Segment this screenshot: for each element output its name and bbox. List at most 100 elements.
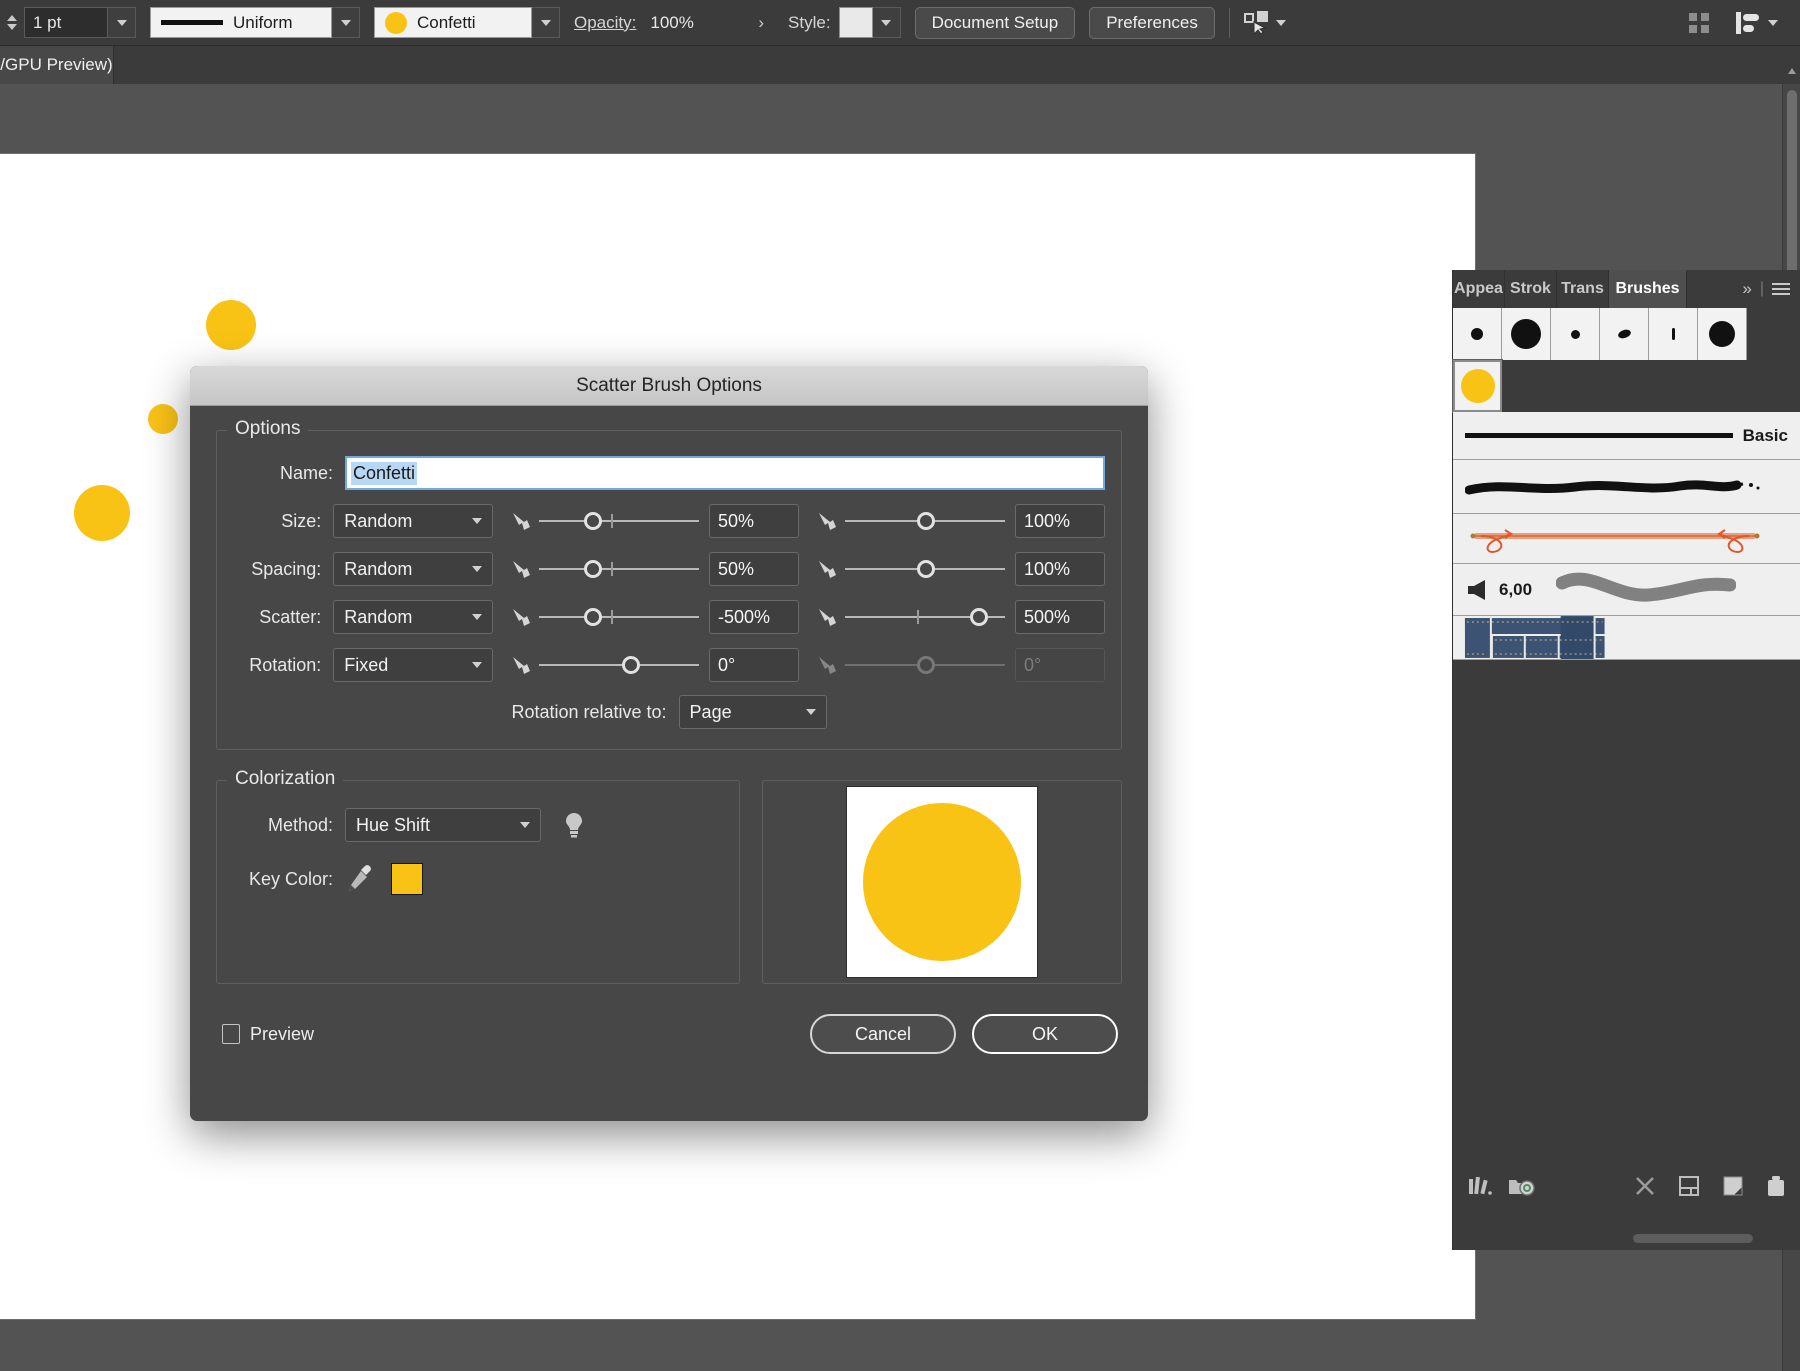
tab-brushes[interactable]: Brushes — [1609, 270, 1687, 308]
panel-tab-actions: » | — [1732, 270, 1800, 308]
ok-button[interactable]: OK — [972, 1014, 1118, 1054]
chevron-down-icon — [472, 566, 482, 572]
panel-menu-icon[interactable] — [1772, 283, 1790, 295]
slider-knob[interactable] — [917, 512, 935, 530]
confetti-dot — [206, 300, 256, 350]
tab-appearance[interactable]: Appea — [1453, 270, 1505, 308]
brush-list-item[interactable] — [1453, 460, 1800, 514]
rotation-max-slider: 0° — [817, 648, 1105, 682]
slider-track[interactable] — [845, 557, 1005, 581]
document-setup-button[interactable]: Document Setup — [914, 6, 1076, 39]
slider-knob[interactable] — [583, 560, 602, 578]
brushes-panel-footer — [1453, 1164, 1800, 1208]
scatter-mode-select[interactable]: Random — [333, 600, 493, 634]
options-group-title: Options — [227, 418, 309, 440]
chevron-down-icon[interactable] — [1275, 19, 1286, 26]
eyedropper-icon[interactable] — [345, 863, 375, 895]
brush-thumb[interactable] — [1551, 308, 1600, 360]
size-min-value[interactable]: 50% — [709, 504, 799, 538]
libraries-icon[interactable] — [1507, 1174, 1537, 1198]
arrange-documents-icon[interactable] — [1686, 10, 1712, 36]
stroke-profile-dropdown[interactable] — [332, 7, 360, 38]
brush-thumb[interactable] — [1453, 308, 1502, 360]
graphic-style-swatch[interactable] — [838, 7, 873, 38]
brush-thumb[interactable] — [1502, 308, 1551, 360]
rotation-relative-select[interactable]: Page — [678, 695, 827, 729]
scatter-max-value[interactable]: 500% — [1015, 600, 1105, 634]
stroke-weight-field[interactable]: 1 pt — [24, 7, 108, 38]
slider-knob[interactable] — [583, 512, 602, 530]
scrollbar-thumb[interactable] — [1633, 1234, 1753, 1243]
slider-knob[interactable] — [583, 608, 602, 626]
brush-name-input[interactable]: Confetti — [345, 456, 1105, 490]
slider-track[interactable] — [539, 509, 699, 533]
slider-knob[interactable] — [917, 560, 935, 578]
scatter-min-value[interactable]: -500% — [709, 600, 799, 634]
brush-thumb[interactable] — [1600, 308, 1649, 360]
opacity-input[interactable]: 100% — [644, 7, 757, 38]
preview-checkbox[interactable] — [222, 1024, 240, 1044]
brush-nib-icon — [819, 513, 836, 530]
slider-track[interactable] — [539, 653, 699, 677]
brush-list-item[interactable] — [1453, 616, 1800, 660]
brush-thumb[interactable] — [1698, 308, 1747, 360]
scroll-up-icon[interactable] — [1788, 68, 1796, 74]
colorization-method-select[interactable]: Hue Shift — [345, 808, 541, 842]
stepper-down-icon[interactable] — [7, 24, 17, 30]
spacing-mode-select[interactable]: Random — [333, 552, 493, 586]
confetti-dot — [148, 404, 178, 434]
brush-list-item[interactable]: 6,00 — [1453, 564, 1800, 616]
opacity-label: Opacity: — [574, 12, 637, 32]
slider-track[interactable] — [845, 605, 1005, 629]
brush-libraries-icon[interactable] — [1467, 1174, 1493, 1198]
remove-brush-stroke-icon[interactable] — [1633, 1174, 1657, 1198]
rotation-min-value[interactable]: 0° — [709, 648, 799, 682]
options-of-selected-object-icon[interactable] — [1677, 1174, 1701, 1198]
size-mode-select[interactable]: Random — [333, 504, 493, 538]
brush-list-item[interactable] — [1453, 514, 1800, 564]
scatter-min-slider[interactable]: -500% — [511, 600, 799, 634]
brush-definition-field[interactable]: Confetti — [374, 7, 532, 38]
brush-list-item[interactable]: Basic — [1453, 412, 1800, 460]
cancel-button[interactable]: Cancel — [810, 1014, 956, 1054]
spacing-min-slider[interactable]: 50% — [511, 552, 799, 586]
size-min-slider[interactable]: 50% — [511, 504, 799, 538]
tab-stroke[interactable]: Strok — [1505, 270, 1557, 308]
brush-thumb-confetti[interactable] — [1452, 359, 1503, 413]
document-tab[interactable]: /GPU Preview) — [0, 46, 114, 84]
stroke-profile-field[interactable]: Uniform — [150, 7, 332, 38]
slider-track[interactable] — [539, 557, 699, 581]
spacing-max-value[interactable]: 100% — [1015, 552, 1105, 586]
tab-transparency[interactable]: Trans — [1557, 270, 1609, 308]
brush-thumb[interactable] — [1649, 308, 1698, 360]
double-chevron-right-icon[interactable]: » — [1742, 279, 1751, 299]
brush-definition-dropdown[interactable] — [532, 7, 560, 38]
align-panel-button[interactable] — [1734, 10, 1778, 36]
slider-knob[interactable] — [969, 608, 988, 626]
size-max-value[interactable]: 100% — [1015, 504, 1105, 538]
stroke-weight-stepper[interactable] — [4, 8, 20, 38]
stepper-up-icon[interactable] — [7, 15, 17, 21]
new-brush-icon[interactable] — [1721, 1174, 1745, 1198]
preferences-button[interactable]: Preferences — [1089, 6, 1215, 39]
slider-knob[interactable] — [622, 656, 641, 674]
delete-brush-icon[interactable] — [1765, 1174, 1787, 1198]
key-color-swatch[interactable] — [391, 863, 423, 895]
chevron-down-icon[interactable] — [1768, 19, 1778, 26]
graphic-style-dropdown[interactable] — [872, 7, 901, 38]
size-max-slider[interactable]: 100% — [817, 504, 1105, 538]
scatter-max-slider[interactable]: 500% — [817, 600, 1105, 634]
stroke-weight-dropdown[interactable] — [108, 7, 136, 38]
lightbulb-icon[interactable] — [563, 810, 585, 840]
panel-horizontal-scrollbar[interactable] — [1453, 1230, 1800, 1250]
slider-track[interactable] — [539, 605, 699, 629]
rotation-mode-select[interactable]: Fixed — [333, 648, 493, 682]
spacing-max-slider[interactable]: 100% — [817, 552, 1105, 586]
slider-track[interactable] — [845, 509, 1005, 533]
brush-nib-icon — [513, 513, 530, 530]
opacity-flyout-icon[interactable]: › — [758, 13, 764, 33]
toolbar-divider — [1228, 7, 1230, 38]
rotation-min-slider[interactable]: 0° — [511, 648, 799, 682]
select-similar-objects-button[interactable] — [1243, 10, 1286, 35]
spacing-min-value[interactable]: 50% — [709, 552, 799, 586]
